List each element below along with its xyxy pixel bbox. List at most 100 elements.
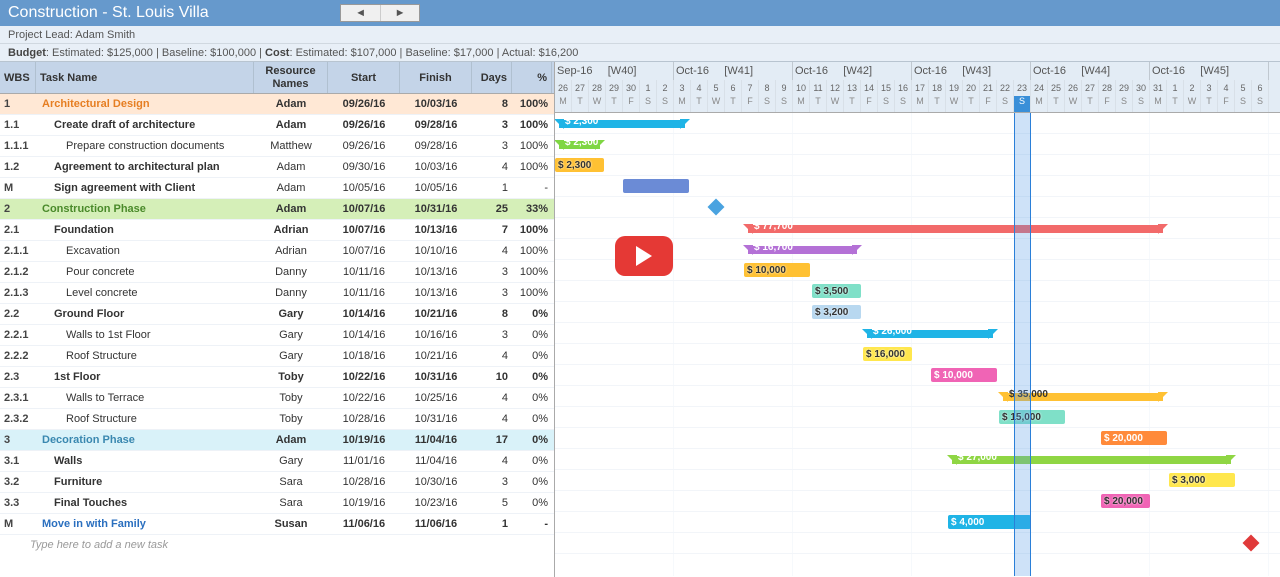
- timeline-day: 5: [1235, 80, 1252, 96]
- gantt-row: [555, 533, 1280, 554]
- col-name[interactable]: Task Name: [36, 62, 254, 93]
- milestone-marker[interactable]: [708, 199, 725, 216]
- today-marker: [1014, 113, 1031, 576]
- timeline-dow: T: [725, 96, 742, 112]
- summary-bar[interactable]: $ 26,000: [867, 330, 993, 338]
- summary-bar[interactable]: $ 27,000: [952, 456, 1231, 464]
- summary-bar[interactable]: $ 2,300: [559, 141, 600, 149]
- task-bar[interactable]: $ 20,000: [1101, 431, 1167, 445]
- timeline-dow: F: [623, 96, 640, 112]
- col-res[interactable]: Resource Names: [254, 62, 328, 93]
- timeline-dow: M: [1031, 96, 1048, 112]
- table-row[interactable]: 2.1.1ExcavationAdrian10/07/1610/10/16410…: [0, 241, 554, 262]
- table-row[interactable]: 3.2FurnitureSara10/28/1610/30/1630%: [0, 472, 554, 493]
- bar-cost-label: $ 26,000: [873, 326, 912, 337]
- table-row[interactable]: 2Construction PhaseAdam10/07/1610/31/162…: [0, 199, 554, 220]
- timeline-day: 2: [657, 80, 674, 96]
- table-row[interactable]: 2.3.1Walls to TerraceToby10/22/1610/25/1…: [0, 388, 554, 409]
- timeline-day: 24: [1031, 80, 1048, 96]
- gantt-row: [555, 197, 1280, 218]
- gantt-chart[interactable]: Sep-16 [W40]Oct-16 [W41]Oct-16 [W42]Oct-…: [555, 62, 1280, 577]
- bar-cost-label: $ 2,300: [558, 158, 591, 172]
- gantt-row: $ 3,000: [555, 470, 1280, 491]
- timeline-dow: S: [657, 96, 674, 112]
- timeline-dow: T: [844, 96, 861, 112]
- timeline-day: 27: [1082, 80, 1099, 96]
- bar-cost-label: $ 2,300: [565, 116, 598, 127]
- timeline-day: 26: [1065, 80, 1082, 96]
- table-row[interactable]: 2.2Ground FloorGary10/14/1610/21/1680%: [0, 304, 554, 325]
- timeline-dow: S: [997, 96, 1014, 112]
- timeline-dow: F: [1099, 96, 1116, 112]
- timeline-day: 17: [912, 80, 929, 96]
- task-bar[interactable]: $ 10,000: [931, 368, 997, 382]
- timeline-day: 28: [589, 80, 606, 96]
- timeline-dow: S: [1133, 96, 1150, 112]
- milestone-marker[interactable]: [1243, 535, 1260, 552]
- timeline-dow: S: [759, 96, 776, 112]
- table-row[interactable]: 3.3Final TouchesSara10/19/1610/23/1650%: [0, 493, 554, 514]
- timeline-dow: T: [572, 96, 589, 112]
- task-table: WBS Task Name Resource Names Start Finis…: [0, 62, 555, 577]
- table-row[interactable]: 2.1.3Level concreteDanny10/11/1610/13/16…: [0, 283, 554, 304]
- table-row[interactable]: 2.3.2Roof StructureToby10/28/1610/31/164…: [0, 409, 554, 430]
- col-pct[interactable]: %: [512, 62, 552, 93]
- table-row[interactable]: 1.1.1Prepare construction documentsMatth…: [0, 136, 554, 157]
- timeline-day: 16: [895, 80, 912, 96]
- table-row[interactable]: MSign agreement with ClientAdam10/05/161…: [0, 178, 554, 199]
- timeline-day: 19: [946, 80, 963, 96]
- gantt-row: $ 3,500: [555, 281, 1280, 302]
- gantt-row: $ 2,300: [555, 134, 1280, 155]
- timeline-dow: W: [1184, 96, 1201, 112]
- table-row[interactable]: 2.1FoundationAdrian10/07/1610/13/167100%: [0, 220, 554, 241]
- table-row[interactable]: 2.2.1Walls to 1st FloorGary10/14/1610/16…: [0, 325, 554, 346]
- timeline-day: 29: [606, 80, 623, 96]
- table-row[interactable]: 1Architectural DesignAdam09/26/1610/03/1…: [0, 94, 554, 115]
- table-row[interactable]: 1.1Create draft of architectureAdam09/26…: [0, 115, 554, 136]
- timeline-day: 30: [623, 80, 640, 96]
- timeline-day: 14: [861, 80, 878, 96]
- table-row[interactable]: 2.1.2Pour concreteDanny10/11/1610/13/163…: [0, 262, 554, 283]
- timeline-day: 31: [1150, 80, 1167, 96]
- timeline-dow: T: [691, 96, 708, 112]
- timeline-dow: M: [793, 96, 810, 112]
- table-row[interactable]: MMove in with FamilySusan11/06/1611/06/1…: [0, 514, 554, 535]
- col-days[interactable]: Days: [472, 62, 512, 93]
- timeline-day: 6: [725, 80, 742, 96]
- table-row[interactable]: 2.2.2Roof StructureGary10/18/1610/21/164…: [0, 346, 554, 367]
- nav-prev-button[interactable]: ◄: [341, 5, 381, 21]
- timeline-dow: T: [1048, 96, 1065, 112]
- timeline-dow: T: [1082, 96, 1099, 112]
- summary-bar[interactable]: $ 77,700: [748, 225, 1163, 233]
- table-row[interactable]: 3Decoration PhaseAdam10/19/1611/04/16170…: [0, 430, 554, 451]
- timeline-day: 25: [1048, 80, 1065, 96]
- table-row[interactable]: 3.1WallsGary11/01/1611/04/1640%: [0, 451, 554, 472]
- gantt-row: $ 20,000: [555, 491, 1280, 512]
- timeline-day: 10: [793, 80, 810, 96]
- summary-bar[interactable]: $ 16,700: [748, 246, 857, 254]
- col-finish[interactable]: Finish: [400, 62, 472, 93]
- col-wbs[interactable]: WBS: [0, 62, 36, 93]
- budget-line: Budget: Estimated: $125,000 | Baseline: …: [0, 44, 1280, 62]
- timeline-day: 20: [963, 80, 980, 96]
- task-bar[interactable]: [623, 179, 689, 193]
- timeline-day: 22: [997, 80, 1014, 96]
- summary-bar[interactable]: $ 2,300: [559, 120, 685, 128]
- bar-cost-label: $ 3,200: [815, 305, 848, 319]
- nav-next-button[interactable]: ►: [381, 5, 420, 21]
- bar-cost-label: $ 27,000: [958, 452, 997, 463]
- gantt-row: $ 3,200: [555, 302, 1280, 323]
- play-icon[interactable]: [615, 236, 673, 276]
- project-lead-line: Project Lead: Adam Smith: [0, 26, 1280, 44]
- table-row[interactable]: 1.2Agreement to architectural planAdam09…: [0, 157, 554, 178]
- add-task-input[interactable]: Type here to add a new task: [0, 535, 554, 557]
- timeline-day: 28: [1099, 80, 1116, 96]
- timeline-dow: F: [1218, 96, 1235, 112]
- timeline-dow: T: [1167, 96, 1184, 112]
- timeline-day: 18: [929, 80, 946, 96]
- gantt-row: [555, 176, 1280, 197]
- col-start[interactable]: Start: [328, 62, 400, 93]
- gantt-row: $ 27,000: [555, 449, 1280, 470]
- timeline-dow: W: [708, 96, 725, 112]
- table-row[interactable]: 2.31st FloorToby10/22/1610/31/16100%: [0, 367, 554, 388]
